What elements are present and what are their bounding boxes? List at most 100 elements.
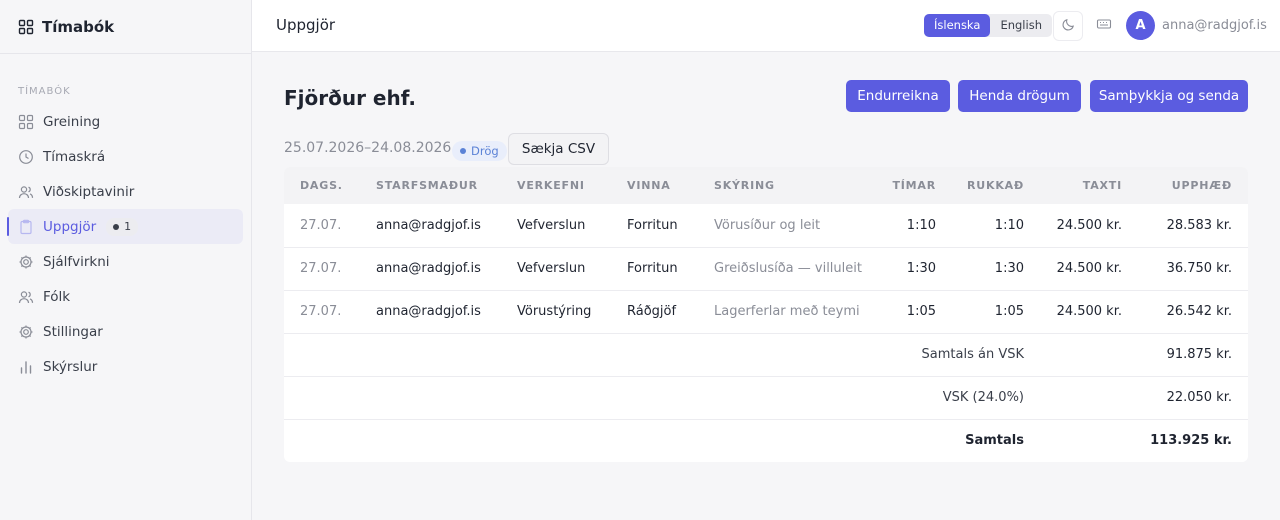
theme-toggle-button[interactable]: [1053, 11, 1083, 41]
subtotal-row: Samtals án VSK 91.875 kr.: [284, 333, 1248, 376]
sidebar: Tímabók TÍMABÓK Greining Tímaskrá Viðski…: [0, 0, 252, 520]
sidebar-item-label: Skýrslur: [43, 358, 98, 375]
column-header: STARFSMAÐUR: [376, 179, 478, 192]
status-dot-icon: [460, 148, 466, 154]
lang-english-button[interactable]: English: [990, 14, 1052, 37]
table-row[interactable]: 27.07. anna@radgjof.is Vörustýring Ráðgj…: [284, 290, 1248, 333]
sidebar-item-label: Uppgjör: [43, 218, 97, 235]
moon-icon: [1061, 17, 1076, 36]
column-header: DAGS.: [300, 179, 343, 192]
sidebar-item-folk[interactable]: Fólk: [8, 279, 243, 314]
keyboard-button[interactable]: [1089, 11, 1119, 41]
cell-project: Vefverslun: [517, 261, 586, 276]
invoice-table-card: DAGS. STARFSMAÐUR VERKEFNI VINNA SKÝRING…: [284, 167, 1248, 462]
cell-hours: 1:10: [906, 217, 936, 233]
download-csv-button[interactable]: Sækja CSV: [508, 133, 609, 165]
cell-employee: anna@radgjof.is: [376, 217, 481, 233]
cell-description: Greiðslusíða — villuleit: [714, 261, 862, 276]
cell-work: Ráðgjöf: [627, 304, 677, 319]
column-header: RUKKAÐ: [967, 179, 1024, 192]
discard-draft-button[interactable]: Henda drögum: [958, 80, 1081, 112]
bar-chart-icon: [18, 359, 34, 375]
grid-icon: [18, 114, 34, 130]
sidebar-item-label: Stillingar: [43, 323, 103, 340]
vat-row: VSK (24.0%) 22.050 kr.: [284, 376, 1248, 419]
sidebar-item-vidskiptavinir[interactable]: Viðskiptavinir: [8, 174, 243, 209]
table-row[interactable]: 27.07. anna@radgjof.is Vefverslun Forrit…: [284, 247, 1248, 290]
main-content: Fjörður ehf. Endurreikna Henda drögum Sa…: [252, 52, 1280, 520]
vat-label: VSK (24.0%): [942, 390, 1024, 405]
cell-date: 27.07.: [300, 304, 342, 319]
people-icon: [18, 289, 34, 305]
column-header: VINNA: [627, 179, 671, 192]
app-title: Tímabók: [42, 17, 115, 36]
column-header: VERKEFNI: [517, 179, 585, 192]
sidebar-item-label: Viðskiptavinir: [43, 183, 135, 200]
brand[interactable]: Tímabók: [0, 0, 251, 54]
clipboard-icon: [18, 219, 34, 235]
user-email[interactable]: anna@radgjof.is: [1162, 18, 1267, 33]
grid-icon: [18, 19, 34, 35]
approve-send-button[interactable]: Samþykkja og senda: [1090, 80, 1248, 112]
topbar: Uppgjör Íslenska English A anna@radgjof.…: [252, 0, 1280, 52]
sidebar-item-stillingar[interactable]: Stillingar: [8, 314, 243, 349]
sidebar-item-label: Greining: [43, 113, 101, 130]
cell-amount: 36.750 kr.: [1166, 261, 1232, 276]
total-value: 113.925 kr.: [1150, 433, 1232, 449]
client-name: Fjörður ehf.: [284, 86, 416, 110]
cell-date: 27.07.: [300, 261, 342, 276]
recalculate-button[interactable]: Endurreikna: [846, 80, 950, 112]
sidebar-item-label: Tímaskrá: [43, 148, 106, 165]
cell-description: Lagerferlar með teymi: [714, 304, 860, 319]
subtotal-value: 91.875 kr.: [1166, 347, 1232, 362]
clock-icon: [18, 149, 34, 165]
cell-rate: 24.500 kr.: [1056, 261, 1122, 276]
cell-rate: 24.500 kr.: [1056, 304, 1122, 319]
cell-work: Forritun: [627, 261, 678, 276]
gear-icon: [18, 254, 34, 270]
cell-amount: 28.583 kr.: [1166, 217, 1232, 233]
language-switcher: Íslenska English: [924, 14, 1052, 37]
sidebar-item-skyrslur[interactable]: Skýrslur: [8, 349, 243, 384]
cell-hours: 1:05: [906, 304, 936, 319]
keyboard-icon: [1096, 16, 1112, 36]
status-badge: Drög: [452, 141, 507, 161]
sidebar-nav: Greining Tímaskrá Viðskiptavinir Uppgjör…: [7, 104, 243, 384]
sidebar-item-sjalfvirkni[interactable]: Sjálfvirkni: [8, 244, 243, 279]
cell-project: Vefverslun: [517, 217, 586, 233]
gear-icon: [18, 324, 34, 340]
cell-billed: 1:30: [994, 261, 1024, 276]
sidebar-section-label: TÍMABÓK: [18, 86, 71, 97]
column-header: UPPHÆÐ: [1171, 179, 1232, 192]
cell-work: Forritun: [627, 217, 678, 233]
cell-date: 27.07.: [300, 217, 342, 233]
billing-period: 25.07.2026–24.08.2026: [284, 140, 452, 156]
avatar[interactable]: A: [1126, 11, 1155, 40]
column-header: TAXTI: [1082, 179, 1122, 192]
cell-employee: anna@radgjof.is: [376, 304, 481, 319]
users-icon: [18, 184, 34, 200]
vat-value: 22.050 kr.: [1166, 390, 1232, 405]
cell-employee: anna@radgjof.is: [376, 261, 481, 276]
count-badge: 1: [106, 217, 139, 236]
cell-rate: 24.500 kr.: [1056, 217, 1122, 233]
column-header: SKÝRING: [714, 179, 775, 192]
cell-hours: 1:30: [906, 261, 936, 276]
invoice-table: DAGS. STARFSMAÐUR VERKEFNI VINNA SKÝRING…: [284, 167, 1248, 462]
sidebar-item-uppgjor[interactable]: Uppgjör 1: [7, 209, 243, 244]
cell-billed: 1:05: [994, 304, 1024, 319]
total-label: Samtals: [965, 433, 1024, 449]
table-row[interactable]: 27.07. anna@radgjof.is Vefverslun Forrit…: [284, 204, 1248, 247]
dot-icon: [113, 223, 120, 230]
cell-description: Vörusíður og leit: [714, 217, 821, 233]
sidebar-item-timaskra[interactable]: Tímaskrá: [8, 139, 243, 174]
column-header: TÍMAR: [892, 179, 936, 192]
page-title: Uppgjör: [276, 16, 336, 34]
cell-billed: 1:10: [994, 217, 1024, 233]
table-header-row: DAGS. STARFSMAÐUR VERKEFNI VINNA SKÝRING…: [284, 167, 1248, 204]
sidebar-item-label: Sjálfvirkni: [43, 253, 110, 270]
sidebar-item-greining[interactable]: Greining: [8, 104, 243, 139]
lang-icelandic-button[interactable]: Íslenska: [924, 14, 991, 37]
cell-project: Vörustýring: [517, 304, 592, 319]
sidebar-item-label: Fólk: [43, 288, 71, 305]
